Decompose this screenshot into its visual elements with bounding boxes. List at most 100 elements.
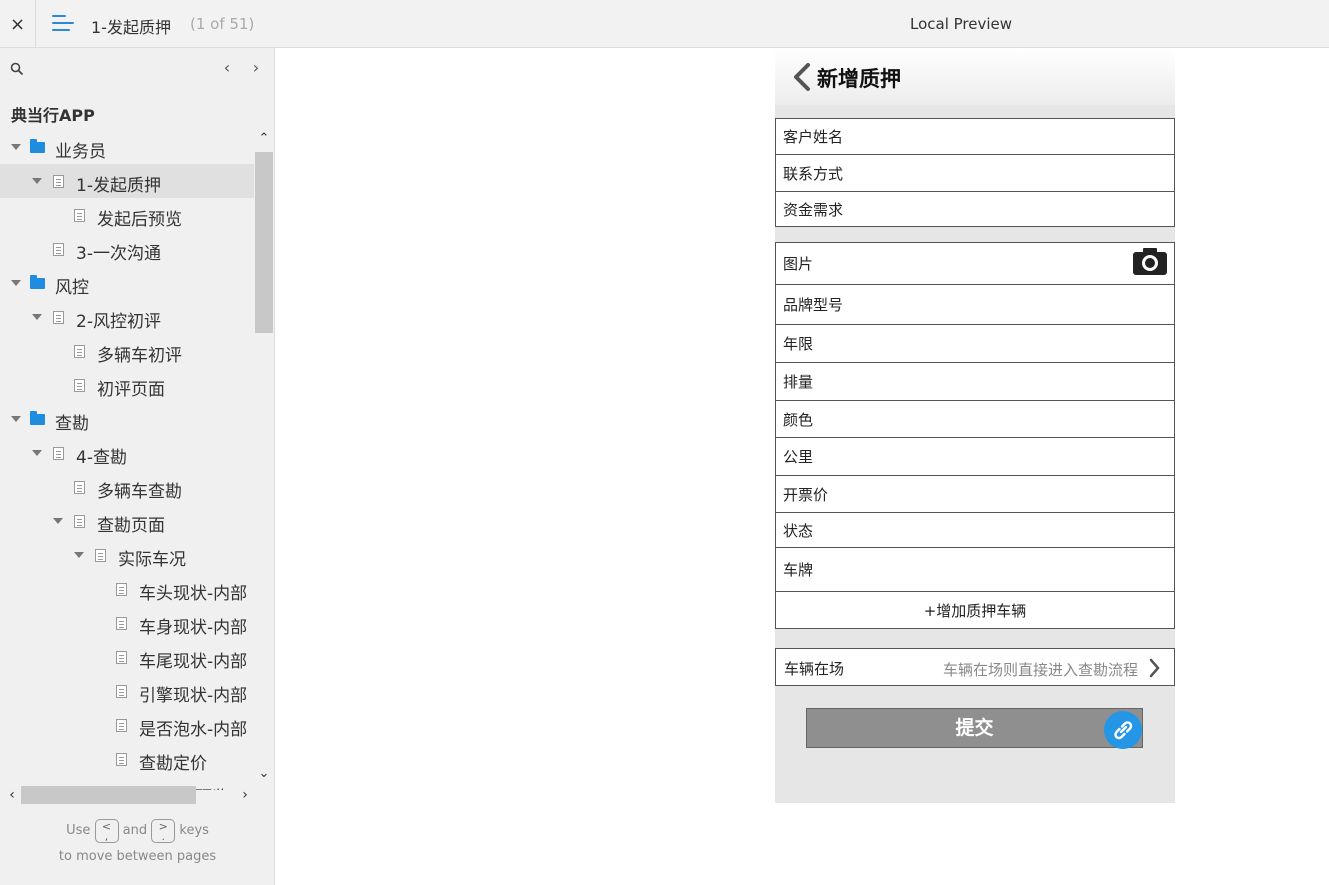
prev-key-icon: <, (94, 818, 119, 843)
field-label: 图片 (783, 255, 814, 273)
tree-item[interactable]: 业务员 (0, 130, 254, 164)
tree-item-label: 2-风控初评 (76, 312, 161, 332)
previous-page-button[interactable]: ‹ (217, 58, 237, 78)
field-label: 排量 (783, 373, 814, 391)
tree-item-label: 多辆车初评 (97, 346, 182, 366)
years-field[interactable]: 年限 (776, 325, 1174, 363)
brand-model-field[interactable]: 品牌型号 (776, 285, 1174, 325)
expand-arrow-icon[interactable] (53, 518, 63, 524)
close-button[interactable]: × (0, 0, 36, 48)
page-icon (74, 481, 85, 494)
tree-item[interactable]: 风控 (0, 266, 254, 300)
camera-icon[interactable] (1132, 246, 1168, 276)
scroll-left-icon[interactable]: ‹ (3, 786, 21, 804)
next-page-button[interactable]: › (246, 58, 266, 78)
expand-arrow-icon[interactable] (11, 416, 21, 422)
photo-field[interactable]: 图片 (776, 243, 1174, 285)
mileage-field[interactable]: 公里 (776, 438, 1174, 476)
horizontal-scrollbar-thumb[interactable] (21, 786, 196, 804)
search-icon[interactable] (10, 62, 24, 76)
page-icon (116, 617, 127, 630)
back-chevron-icon[interactable] (791, 62, 813, 92)
field-label: 资金需求 (783, 200, 844, 219)
tree-item-label: 业务员 (55, 142, 106, 162)
status-field[interactable]: 状态 (776, 513, 1174, 548)
invoice-price-field[interactable]: 开票价 (776, 476, 1174, 513)
tree-item-label: 查勘定价 (139, 754, 207, 774)
tree-item-label: 查勘页面 (97, 516, 165, 536)
page-tree: 业务员 1-发起质押发起后预览 3-一次沟通风控 2-风控初评多辆车初评初评页面 查勘 4… (0, 130, 254, 790)
tree-item[interactable]: 查勘定价 (0, 742, 254, 776)
page-icon (53, 243, 64, 256)
tree-item-label: 多辆车查勘 (97, 482, 182, 502)
tree-item-label: 初评页面 (97, 380, 165, 400)
field-label: 颜色 (783, 410, 814, 429)
expand-arrow-icon[interactable] (32, 450, 42, 456)
vehicle-onsite-hint: 车辆在场则直接进入查勘流程 (942, 661, 1138, 679)
tree-item[interactable]: 查勘页面 (0, 504, 254, 538)
page-icon (74, 379, 85, 392)
page-icon (116, 719, 127, 732)
tree-item[interactable]: 引擎现状-内部 (0, 674, 254, 708)
link-icon[interactable] (1104, 711, 1142, 749)
expand-arrow-icon[interactable] (74, 552, 84, 558)
tree-item[interactable]: 多辆车初评 (0, 334, 254, 368)
funding-need-field[interactable]: 资金需求 (776, 192, 1174, 226)
contact-field[interactable]: 联系方式 (776, 155, 1174, 192)
hint-keys: keys (179, 823, 209, 838)
preview-title: Local Preview (910, 15, 1013, 33)
submit-button[interactable]: 提交 (806, 708, 1143, 748)
tree-item-label: 车头现状-内部 (139, 584, 248, 604)
page-icon (53, 447, 64, 460)
phone-preview: 新增质押 客户姓名 联系方式 资金需求 图片 品牌型号 年限 排量 颜色 公里 … (775, 48, 1175, 803)
tree-item[interactable]: 车尾现状-内部 (0, 640, 254, 674)
tree-item[interactable]: 1-发起质押 (0, 164, 254, 198)
tree-item[interactable]: 3-一次沟通 (0, 232, 254, 266)
tree-item-label: 是否泡水-内部 (139, 720, 248, 740)
tree-item-label: 风控 (55, 278, 89, 298)
page-icon (74, 345, 85, 358)
tree-item[interactable]: 查勘 (0, 402, 254, 436)
customer-name-field[interactable]: 客户姓名 (776, 119, 1174, 155)
tree-item[interactable]: 2-风控初评 (0, 300, 254, 334)
scroll-down-icon[interactable]: ⌄ (255, 765, 273, 783)
tree-item[interactable]: 多辆车查勘 (0, 470, 254, 504)
current-page-name: 1-发起质押 (91, 18, 171, 37)
add-vehicle-label: +增加质押车辆 (923, 601, 1027, 620)
scroll-right-icon[interactable]: › (236, 786, 254, 804)
hint-line2: to move between pages (58, 849, 217, 864)
expand-arrow-icon[interactable] (11, 280, 21, 286)
expand-arrow-icon[interactable] (32, 314, 42, 320)
page-count: (1 of 51) (190, 15, 255, 33)
field-label: 公里 (783, 448, 814, 466)
vehicle-onsite-row[interactable]: 车辆在场 车辆在场则直接进入查勘流程 (775, 648, 1175, 686)
tree-item[interactable]: 车头现状-内部 (0, 572, 254, 606)
folder-icon (30, 139, 45, 153)
vehicle-onsite-label: 车辆在场 (784, 660, 845, 678)
chevron-right-icon[interactable] (1148, 658, 1160, 678)
vertical-scrollbar-thumb[interactable] (255, 152, 273, 333)
tree-item[interactable]: 是否泡水-内部 (0, 708, 254, 742)
next-key-icon: >. (151, 818, 176, 843)
sidebar: ‹ › 典当行APP 业务员 1-发起质押 发起后预览 3-一次沟通 风控 2-风控初评多… (0, 48, 275, 885)
customer-info-group: 客户姓名 联系方式 资金需求 (775, 118, 1175, 227)
scroll-up-icon[interactable]: ⌃ (255, 130, 273, 148)
tree-item[interactable]: 车身现状-内部 (0, 606, 254, 640)
displacement-field[interactable]: 排量 (776, 363, 1174, 401)
expand-arrow-icon[interactable] (32, 178, 42, 184)
tree-item-label: 发起后预览 (97, 210, 182, 230)
tree-item[interactable]: 实际车况 (0, 538, 254, 572)
tree-item[interactable]: 发起后预览 (0, 198, 254, 232)
field-label: 状态 (783, 521, 814, 540)
tree-item[interactable]: 初评页面 (0, 368, 254, 402)
page-icon (116, 651, 127, 664)
hamburger-menu-icon[interactable] (52, 15, 74, 33)
phone-header: 新增质押 (775, 48, 1175, 105)
page-icon (74, 515, 85, 528)
tree-item[interactable]: 4-查勘 (0, 436, 254, 470)
add-vehicle-button[interactable]: +增加质押车辆 (776, 592, 1174, 628)
expand-arrow-icon[interactable] (11, 144, 21, 150)
color-field[interactable]: 颜色 (776, 401, 1174, 438)
folder-icon (30, 411, 45, 425)
license-plate-field[interactable]: 车牌 (776, 548, 1174, 592)
